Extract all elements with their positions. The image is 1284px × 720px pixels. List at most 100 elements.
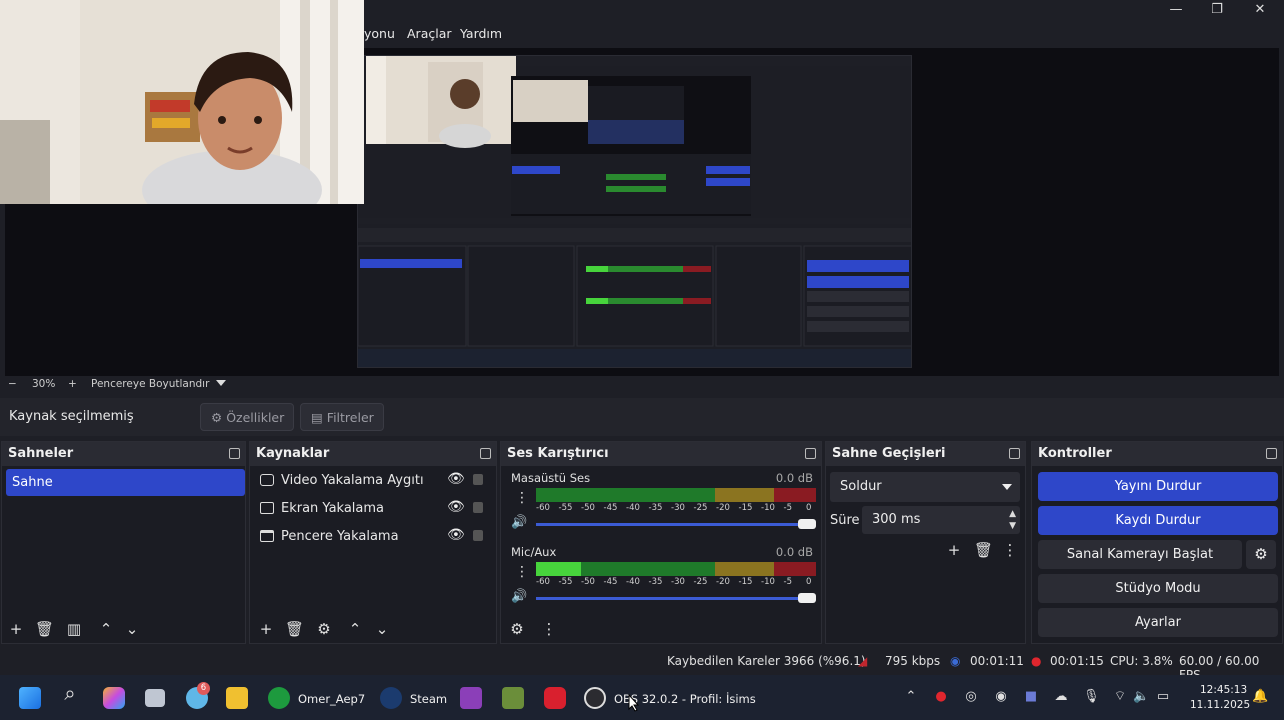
game-launcher-icon[interactable] (544, 687, 566, 709)
search-icon[interactable]: ⌕ (62, 683, 78, 703)
taskbar-app-label[interactable]: Steam (410, 692, 447, 706)
trash-icon[interactable]: 🗑 (35, 621, 54, 637)
slider-knob[interactable] (798, 593, 816, 603)
fit-to-window-label[interactable]: Pencereye Boyutlandır (91, 378, 209, 390)
slider-knob[interactable] (798, 519, 816, 529)
steam-icon[interactable] (380, 687, 402, 709)
source-item[interactable]: Pencere Yakalama 👁 (260, 526, 494, 548)
minecraft-icon[interactable] (502, 687, 524, 709)
undock-icon[interactable] (1266, 448, 1277, 459)
transition-select[interactable]: Soldur (830, 472, 1020, 502)
tray-obs-icon[interactable]: ◎ (963, 689, 979, 705)
zoom-dropdown-icon[interactable] (216, 380, 226, 386)
volume-slider[interactable] (536, 593, 816, 603)
add-icon[interactable]: + (946, 542, 962, 558)
move-up-icon[interactable]: ⌃ (347, 621, 363, 637)
virtual-camera-settings-button[interactable]: ⚙ (1246, 540, 1276, 569)
record-time: 00:01:15 (1050, 654, 1104, 668)
source-toolbar: Kaynak seçilmemiş ⚙ Özellikler ▤ Filtrel… (0, 398, 1284, 436)
volume-icon[interactable]: 🔈 (1133, 689, 1149, 705)
duration-value: 300 ms (872, 512, 921, 527)
battery-icon[interactable]: ▭ (1155, 689, 1171, 705)
menu-item-yonu[interactable]: yonu (364, 26, 395, 41)
stop-stream-button[interactable]: Yayını Durdur (1038, 472, 1278, 501)
lock-icon[interactable] (473, 474, 483, 485)
xbox-icon[interactable] (268, 687, 290, 709)
tray-cloud-icon[interactable]: ☁ (1053, 689, 1069, 705)
copilot-icon[interactable] (103, 687, 125, 709)
close-icon[interactable]: ✕ (1249, 2, 1271, 18)
trash-icon[interactable]: 🗑 (974, 542, 993, 558)
minimize-icon[interactable]: — (1165, 2, 1187, 18)
lock-icon[interactable] (473, 530, 483, 541)
filters-button[interactable]: ▤ Filtreler (300, 403, 384, 431)
mixer-menu-icon[interactable]: ⋮ (541, 621, 557, 637)
zoom-out-button[interactable]: − (8, 378, 17, 390)
channel-menu-icon[interactable]: ⋮ (515, 564, 529, 580)
file-manager-icon[interactable] (145, 689, 165, 707)
folder-icon[interactable] (226, 687, 248, 709)
undock-icon[interactable] (805, 448, 816, 459)
clock-date[interactable]: 11.11.2025 (1190, 699, 1250, 711)
maximize-icon[interactable]: ❐ (1206, 2, 1228, 18)
menu-item-help[interactable]: Yardım (460, 26, 502, 41)
settings-button[interactable]: Ayarlar (1038, 608, 1278, 637)
step-down-icon[interactable]: ▼ (1009, 521, 1016, 531)
undock-icon[interactable] (229, 448, 240, 459)
menu-item-tools[interactable]: Araçlar (407, 26, 452, 41)
advanced-audio-icon[interactable]: ⚙ (509, 621, 525, 637)
add-icon[interactable]: + (8, 621, 24, 637)
meter-tick-label: -55 (558, 503, 573, 513)
meter-tick-label: -60 (536, 503, 550, 513)
filter-icon[interactable]: ▥ (66, 621, 82, 637)
wifi-icon[interactable]: ⌔ (1112, 689, 1128, 705)
gear-icon: ⚙ (211, 410, 223, 425)
trash-icon[interactable]: 🗑 (285, 621, 304, 637)
notification-bell-icon[interactable]: 🔔 (1252, 689, 1268, 705)
tray-teams-icon[interactable]: ■ (1023, 689, 1039, 705)
speaker-icon[interactable]: 🔊 (511, 589, 527, 604)
step-up-icon[interactable]: ▲ (1009, 509, 1016, 519)
properties-button[interactable]: ⚙ Özellikler (200, 403, 294, 431)
stop-recording-button[interactable]: Kaydı Durdur (1038, 506, 1278, 535)
move-down-icon[interactable]: ⌄ (374, 621, 390, 637)
tray-steam-icon[interactable]: ◉ (993, 689, 1009, 705)
stream-icon: ◉ (950, 654, 961, 668)
start-virtual-camera-button[interactable]: Sanal Kamerayı Başlat (1038, 540, 1242, 569)
chevron-up-icon[interactable]: ⌃ (903, 689, 919, 705)
move-down-icon[interactable]: ⌄ (124, 621, 140, 637)
gear-icon[interactable]: ⚙ (316, 621, 332, 637)
lock-icon[interactable] (473, 502, 483, 513)
channel-menu-icon[interactable]: ⋮ (515, 490, 529, 506)
monitor-icon (260, 502, 274, 514)
scene-item[interactable]: Sahne (6, 469, 245, 496)
webcam-feed (0, 0, 364, 204)
eye-icon[interactable]: 👁 (447, 499, 465, 515)
windows-start-icon[interactable] (19, 687, 41, 709)
transition-menu-icon[interactable]: ⋮ (1002, 542, 1018, 558)
taskbar-app-label[interactable]: Omer_Aep7 (298, 692, 365, 706)
source-item[interactable]: Video Yakalama Aygıtı 👁 (260, 470, 494, 492)
speaker-icon[interactable]: 🔊 (511, 515, 527, 530)
move-up-icon[interactable]: ⌃ (98, 621, 114, 637)
undock-icon[interactable] (1009, 448, 1020, 459)
zoom-in-button[interactable]: + (68, 378, 77, 390)
meter-tick-label: -10 (761, 503, 775, 513)
undock-icon[interactable] (480, 448, 491, 459)
winrar-icon[interactable] (460, 687, 482, 709)
webcam-image (0, 0, 364, 204)
eye-icon[interactable]: 👁 (447, 471, 465, 487)
sources-header: Kaynaklar (250, 442, 496, 466)
volume-slider[interactable] (536, 519, 816, 529)
eye-icon[interactable]: 👁 (447, 527, 465, 543)
studio-mode-button[interactable]: Stüdyo Modu (1038, 574, 1278, 603)
add-icon[interactable]: + (258, 621, 274, 637)
notification-badge: 6 (197, 682, 210, 695)
obs-icon[interactable] (584, 687, 606, 709)
cpu-usage: CPU: 3.8% (1110, 654, 1173, 668)
clock-time[interactable]: 12:45:13 (1200, 684, 1247, 696)
tray-record-icon[interactable]: ● (933, 689, 949, 705)
duration-input[interactable]: 300 ms ▲ ▼ (862, 506, 1020, 534)
source-item[interactable]: Ekran Yakalama 👁 (260, 498, 494, 520)
microphone-icon[interactable]: 🎙 (1083, 689, 1100, 705)
